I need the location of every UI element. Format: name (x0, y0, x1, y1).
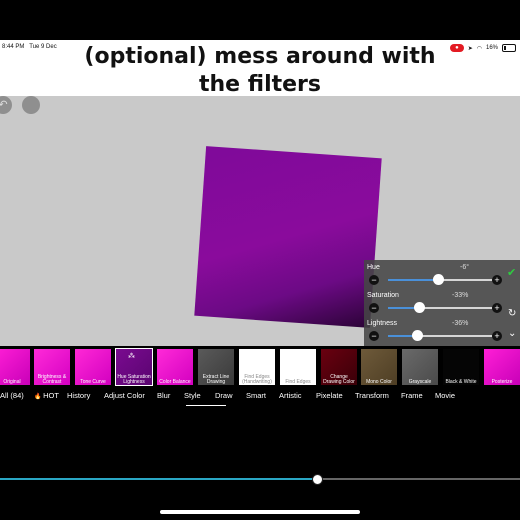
decrease-button[interactable]: − (369, 331, 379, 341)
tab-pixelate[interactable]: Pixelate (316, 391, 343, 400)
top-black-bar (0, 0, 520, 44)
decrease-button[interactable]: − (369, 303, 379, 313)
filter-label: Color Balance (159, 379, 191, 385)
tab-smart[interactable]: Smart (246, 391, 266, 400)
tab-label: Style (184, 391, 201, 400)
filter-thumbnail[interactable]: Find Edges (280, 349, 316, 385)
filter-thumbnail[interactable]: Tone Curve (75, 349, 111, 385)
filter-thumbnail[interactable]: Mono Color (361, 349, 397, 385)
tab-adjust-color[interactable]: Adjust Color (104, 391, 145, 400)
artwork-canvas[interactable] (194, 146, 382, 328)
tab-style[interactable]: Style (184, 391, 201, 400)
slider-handle[interactable] (412, 330, 424, 341)
filter-thumbnail[interactable]: Black & White (443, 349, 479, 385)
increase-button[interactable]: + (492, 275, 502, 285)
tab-label: Movie (435, 391, 456, 400)
adjust-color-panel: Hue -6° − + Saturation -33% − + Lightness -36% − + … (364, 260, 520, 346)
filter-label: Extract Line Drawing (202, 374, 230, 385)
filter-label: Black & White (445, 379, 477, 385)
filter-thumbnail[interactable]: Color Balance (157, 349, 193, 385)
tab-label: HOT (43, 391, 59, 400)
slider-handle[interactable] (414, 302, 426, 313)
tab-hot[interactable]: 🔥 HOT (34, 391, 59, 400)
tab-label: Adjust Color (104, 391, 145, 400)
caption-line-1: (optional) mess around with (84, 44, 436, 69)
redo-button[interactable] (22, 96, 40, 114)
flame-icon: 🔥 (34, 394, 44, 400)
tab-all-84[interactable]: All (84) (0, 391, 24, 400)
tab-transform[interactable]: Transform (355, 391, 389, 400)
tab-draw[interactable]: Draw (215, 391, 233, 400)
filter-label: Brightness & Contrast (37, 374, 67, 385)
tab-label: Pixelate (316, 391, 343, 400)
tab-blur[interactable]: Blur (157, 391, 170, 400)
filter-thumbnail[interactable]: Find Edges (Handwriting) (239, 349, 275, 385)
filter-label: Posterize (491, 379, 513, 385)
reset-icon[interactable]: ↻ (508, 308, 516, 319)
filter-label: Tone Curve (80, 379, 106, 385)
video-scrubber-progress[interactable] (0, 478, 317, 480)
slider-handle[interactable] (432, 274, 444, 285)
home-indicator (160, 510, 360, 514)
tab-label: History (67, 391, 91, 400)
tab-history[interactable]: History (67, 391, 90, 400)
tab-label: Transform (355, 391, 389, 400)
filter-label: Hue Saturation Lightness (117, 374, 151, 385)
tab-label: Draw (215, 391, 233, 400)
filter-thumbnail[interactable]: Change Drawing Color (321, 349, 357, 385)
filter-thumbnail[interactable]: Extract Line Drawing (198, 349, 234, 385)
filter-label: Find Edges (Handwriting) (242, 374, 272, 385)
collapse-chevron-down-icon[interactable]: ⌄ (508, 328, 516, 339)
slider-value: -33% (452, 292, 469, 299)
filter-label: Find Edges (285, 379, 311, 385)
filter-thumbnail[interactable]: Brightness & Contrast (34, 349, 70, 385)
filter-label: Mono Color (366, 379, 392, 385)
tab-label: Artistic (279, 391, 302, 400)
tab-label: Frame (401, 391, 423, 400)
filter-thumbnail[interactable]: Grayscale (402, 349, 438, 385)
slider-value: -6° (460, 264, 470, 271)
filter-label: Grayscale (408, 379, 432, 385)
apply-check-icon[interactable]: ✔ (507, 266, 516, 279)
filter-category-tabs: All (84) 🔥 HOT History Adjust Color Blur Styl… (0, 388, 520, 404)
slider-value: -36% (452, 320, 469, 327)
tab-label: Smart (246, 391, 267, 400)
caption-line-2: the filters (199, 72, 321, 97)
slider-label: Lightness (367, 320, 397, 327)
tab-label: Blur (157, 391, 171, 400)
increase-button[interactable]: + (492, 303, 502, 313)
active-tab-underline (186, 405, 226, 406)
tab-movie[interactable]: Movie (435, 391, 455, 400)
filter-label: Original (3, 379, 21, 385)
tab-frame[interactable]: Frame (401, 391, 423, 400)
filter-thumbnail[interactable]: Original (0, 349, 30, 385)
filter-thumbnail[interactable]: ⁂ Hue Saturation Lightness (115, 348, 153, 386)
tab-label: All (84) (0, 391, 24, 400)
filter-label: Change Drawing Color (323, 374, 355, 385)
slider-label: Saturation (367, 292, 399, 299)
slider-label: Hue (367, 264, 380, 271)
selected-filter-icon: ⁂ (128, 353, 135, 360)
decrease-button[interactable]: − (369, 275, 379, 285)
increase-button[interactable]: + (492, 331, 502, 341)
tab-artistic[interactable]: Artistic (279, 391, 302, 400)
video-scrubber-track[interactable] (317, 478, 520, 480)
video-scrubber-handle[interactable] (312, 474, 323, 485)
slider-fill (388, 279, 438, 281)
filter-thumbnail[interactable]: Posterize (484, 349, 520, 385)
